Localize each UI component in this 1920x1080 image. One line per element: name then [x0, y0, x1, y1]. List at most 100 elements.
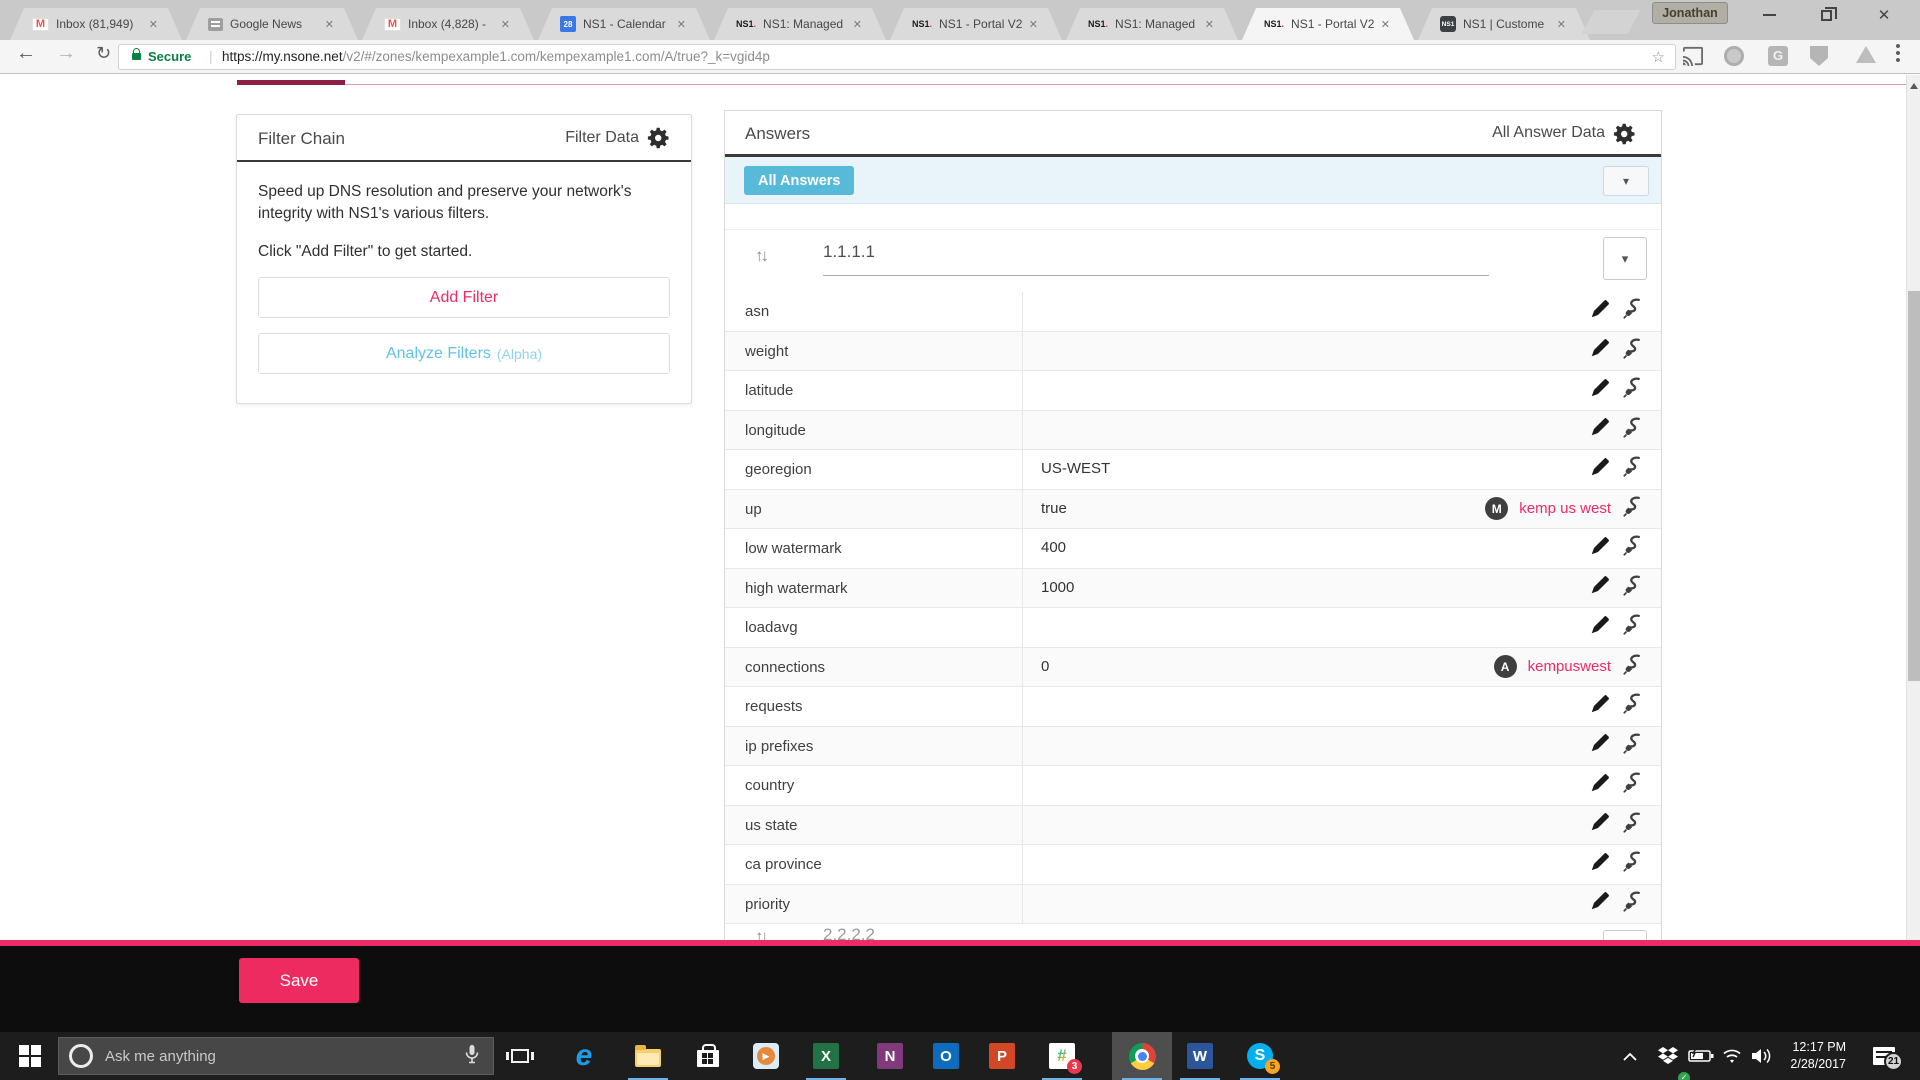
edit-pencil-icon[interactable]: [1589, 377, 1611, 404]
extension-drive-icon[interactable]: [1856, 46, 1876, 63]
data-feed-icon[interactable]: [1622, 416, 1645, 444]
tray-dropbox-icon[interactable]: ✓: [1652, 1032, 1684, 1080]
taskbar-powerpoint[interactable]: P: [980, 1032, 1024, 1080]
browser-tab-5[interactable]: NS1.NS1: Managed✕: [714, 8, 886, 40]
data-feed-icon[interactable]: [1622, 376, 1645, 404]
data-feed-icon[interactable]: [1622, 337, 1645, 365]
browser-tab-8[interactable]: NS1.NS1 - Portal V2✕: [1242, 8, 1414, 40]
edit-pencil-icon[interactable]: [1589, 851, 1611, 878]
action-center-button[interactable]: 21: [1862, 1032, 1906, 1080]
browser-tab-4[interactable]: 28NS1 - Calendar✕: [538, 8, 710, 40]
feed-name-link[interactable]: kempuswest: [1528, 658, 1611, 675]
data-feed-icon[interactable]: [1622, 811, 1645, 839]
taskbar-edge[interactable]: e: [562, 1032, 606, 1080]
back-button[interactable]: ←: [16, 42, 36, 65]
edit-pencil-icon[interactable]: [1589, 614, 1611, 641]
sort-handle-icon[interactable]: ↑↓: [755, 927, 766, 940]
data-feed-icon[interactable]: [1622, 850, 1645, 878]
forward-button[interactable]: →: [56, 42, 76, 65]
taskbar-clock[interactable]: 12:17 PM 2/28/2017: [1770, 1032, 1846, 1080]
answers-band-dropdown[interactable]: ▾: [1603, 166, 1649, 196]
extension-circle-icon[interactable]: [1724, 46, 1744, 66]
page-scrollbar[interactable]: [1906, 75, 1920, 940]
taskbar-skype[interactable]: S 5: [1238, 1032, 1282, 1080]
data-feed-icon[interactable]: [1622, 692, 1645, 720]
window-close-button[interactable]: ✕: [1860, 0, 1908, 30]
all-answer-data-link[interactable]: All Answer Data: [1492, 124, 1605, 142]
tab-close-icon[interactable]: ✕: [149, 18, 158, 31]
microphone-icon[interactable]: [465, 1044, 479, 1069]
answer-dropdown-button[interactable]: ▾: [1603, 237, 1647, 280]
new-tab-button[interactable]: [1582, 10, 1641, 34]
data-feed-icon[interactable]: [1622, 534, 1645, 562]
data-feed-icon[interactable]: [1622, 495, 1645, 523]
tab-close-icon[interactable]: ✕: [325, 18, 334, 31]
browser-tab-7[interactable]: NS1.NS1: Managed✕: [1066, 8, 1238, 40]
analyze-filters-button[interactable]: Analyze Filters (Alpha): [258, 333, 670, 374]
cortana-search-box[interactable]: Ask me anything: [58, 1037, 494, 1075]
scrollbar-thumb[interactable]: [1908, 291, 1920, 681]
taskbar-store[interactable]: [686, 1032, 730, 1080]
edit-pencil-icon[interactable]: [1589, 456, 1611, 483]
tray-wifi-icon[interactable]: [1716, 1032, 1748, 1080]
extension-g-icon[interactable]: G: [1768, 46, 1788, 66]
taskbar-slack[interactable]: # 3: [1040, 1032, 1084, 1080]
data-feed-icon[interactable]: [1622, 771, 1645, 799]
tab-close-icon[interactable]: ✕: [853, 18, 862, 31]
window-restore-button[interactable]: [1802, 0, 1850, 30]
edit-pencil-icon[interactable]: [1589, 732, 1611, 759]
data-feed-icon[interactable]: [1622, 455, 1645, 483]
data-feed-icon[interactable]: [1622, 732, 1645, 760]
tab-close-icon[interactable]: ✕: [1205, 18, 1214, 31]
data-feed-icon[interactable]: [1622, 297, 1645, 325]
browser-tab-6[interactable]: NS1.NS1 - Portal V2✕: [890, 8, 1062, 40]
bookmark-star-icon[interactable]: ☆: [1652, 48, 1665, 66]
data-feed-icon[interactable]: [1622, 890, 1645, 918]
tab-close-icon[interactable]: ✕: [501, 18, 510, 31]
edit-pencil-icon[interactable]: [1589, 693, 1611, 720]
taskbar-file-explorer[interactable]: [626, 1032, 670, 1080]
filter-data-gear-icon[interactable]: [647, 126, 671, 150]
edit-pencil-icon[interactable]: [1589, 535, 1611, 562]
edit-pencil-icon[interactable]: [1589, 416, 1611, 443]
refresh-button[interactable]: ↻: [96, 43, 111, 64]
browser-menu-icon[interactable]: •••: [1893, 43, 1903, 64]
browser-profile-button[interactable]: Jonathan: [1652, 2, 1728, 24]
all-answers-chip[interactable]: All Answers: [744, 166, 854, 195]
sort-handle-icon[interactable]: ↑↓: [755, 246, 766, 266]
edit-pencil-icon[interactable]: [1589, 772, 1611, 799]
feed-name-link[interactable]: kemp us west: [1519, 500, 1611, 517]
data-feed-icon[interactable]: [1622, 613, 1645, 641]
answer-address-input[interactable]: 1.1.1.1: [823, 242, 1489, 276]
add-filter-button[interactable]: Add Filter: [258, 277, 670, 318]
taskbar-chrome[interactable]: [1120, 1032, 1164, 1080]
edit-pencil-icon[interactable]: [1589, 298, 1611, 325]
scrollbar-up-arrow[interactable]: [1910, 83, 1918, 89]
all-answer-data-gear-icon[interactable]: [1613, 122, 1637, 146]
next-answer-dropdown-button[interactable]: [1603, 930, 1647, 940]
tab-close-icon[interactable]: ✕: [1557, 18, 1566, 31]
taskbar-outlook[interactable]: O: [924, 1032, 968, 1080]
tray-chevron-icon[interactable]: [1614, 1032, 1646, 1080]
filter-data-link[interactable]: Filter Data: [565, 129, 639, 147]
cast-icon[interactable]: [1682, 46, 1704, 71]
data-feed-icon[interactable]: [1622, 574, 1645, 602]
tab-close-icon[interactable]: ✕: [677, 18, 686, 31]
tab-close-icon[interactable]: ✕: [1381, 18, 1390, 31]
save-button[interactable]: Save: [239, 958, 359, 1003]
data-feed-icon[interactable]: [1622, 653, 1645, 681]
browser-tab-1[interactable]: Inbox (81,949)✕: [10, 8, 182, 40]
browser-tab-3[interactable]: Inbox (4,828) -✕: [362, 8, 534, 40]
edit-pencil-icon[interactable]: [1589, 574, 1611, 601]
edit-pencil-icon[interactable]: [1589, 811, 1611, 838]
edit-pencil-icon[interactable]: [1589, 890, 1611, 917]
tab-close-icon[interactable]: ✕: [1029, 18, 1038, 31]
taskbar-excel[interactable]: X: [804, 1032, 848, 1080]
taskbar-media-player[interactable]: ▶: [744, 1032, 788, 1080]
taskbar-onenote[interactable]: N: [868, 1032, 912, 1080]
extension-shield-icon[interactable]: [1810, 46, 1828, 66]
task-view-button[interactable]: [500, 1032, 540, 1080]
browser-tab-9[interactable]: NS1NS1 | Custome✕: [1418, 8, 1590, 40]
address-bar[interactable]: Secure | https://my.nsone.net/v2/#/zones…: [118, 44, 1676, 70]
start-button[interactable]: [6, 1032, 54, 1080]
